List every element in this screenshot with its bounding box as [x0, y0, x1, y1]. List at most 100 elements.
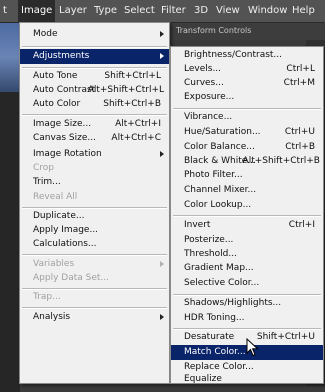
- menu-item-photo-filter[interactable]: Photo Filter...: [171, 168, 323, 183]
- menu-item-label: Hue/Saturation...: [184, 127, 261, 137]
- menu-item-label: Canvas Size...: [33, 133, 96, 143]
- menu-select[interactable]: Select: [121, 0, 158, 22]
- menu-shortcut: Alt+Ctrl+C: [111, 133, 161, 143]
- menu-item-label: Invert: [184, 220, 211, 230]
- menu-item-hue-saturation[interactable]: Hue/Saturation... Ctrl+U: [171, 125, 323, 140]
- menu-item-label: Replace Color...: [184, 362, 254, 372]
- submenu-arrow-icon: [160, 151, 164, 157]
- menu-window[interactable]: Window: [245, 0, 290, 22]
- menu-separator: [22, 114, 167, 116]
- menu-item-label: HDR Toning...: [184, 313, 245, 323]
- menu-item-label: Desaturate: [184, 332, 235, 342]
- menu-item-label: Apply Data Set...: [33, 273, 109, 283]
- menu-item-vibrance[interactable]: Vibrance...: [171, 110, 323, 125]
- menu-layer[interactable]: Layer: [56, 0, 90, 22]
- menu-item-label: Reveal All: [33, 192, 78, 202]
- menu-item-auto-contrast[interactable]: Auto Contrast Alt+Shift+Ctrl+L: [20, 83, 169, 98]
- menu-item-posterize[interactable]: Posterize...: [171, 233, 323, 248]
- menu-bar: t Image Layer Type Select Filter 3D View…: [0, 0, 325, 23]
- menu-item-trap: Trap...: [20, 290, 169, 305]
- menu-item-levels[interactable]: Levels... Ctrl+L: [171, 62, 323, 77]
- menu-filter[interactable]: Filter: [158, 0, 189, 22]
- menu-item-label: Mode: [33, 29, 58, 39]
- menu-item-label: Photo Filter...: [184, 170, 243, 180]
- menu-item-equalize[interactable]: Equalize: [171, 374, 323, 384]
- menu-shortcut: Ctrl+B: [285, 142, 315, 152]
- menu-item-label: Levels...: [184, 64, 222, 74]
- menu-item-label: Adjustments: [33, 51, 90, 61]
- menu-file-partial[interactable]: t: [0, 0, 10, 22]
- menu-item-curves[interactable]: Curves... Ctrl+M: [171, 76, 323, 91]
- mouse-pointer-icon: [246, 338, 259, 357]
- menu-shortcut: Shift+Ctrl+B: [103, 99, 161, 109]
- submenu-arrow-icon: [160, 314, 164, 320]
- menu-type[interactable]: Type: [91, 0, 120, 22]
- submenu-arrow-icon: [160, 31, 164, 37]
- menu-item-replace-color[interactable]: Replace Color...: [171, 360, 323, 375]
- menu-item-apply-data-set: Apply Data Set...: [20, 271, 169, 286]
- menu-item-apply-image[interactable]: Apply Image...: [20, 223, 169, 238]
- menu-item-label: Channel Mixer...: [184, 185, 257, 195]
- menu-item-label: Posterize...: [184, 235, 234, 245]
- menu-item-shadows-highlights[interactable]: Shadows/Highlights...: [171, 296, 323, 311]
- menu-item-color-lookup[interactable]: Color Lookup...: [171, 198, 323, 213]
- menu-item-label: Gradient Map...: [184, 263, 254, 273]
- menu-item-exposure[interactable]: Exposure...: [171, 90, 323, 105]
- menu-item-label: Color Lookup...: [184, 200, 252, 210]
- menu-item-trim[interactable]: Trim...: [20, 175, 169, 190]
- menu-item-brightness-contrast[interactable]: Brightness/Contrast...: [171, 48, 323, 63]
- adjustments-submenu: Brightness/Contrast... Levels... Ctrl+L C…: [170, 46, 324, 384]
- menu-item-color-balance[interactable]: Color Balance... Ctrl+B: [171, 140, 323, 155]
- menu-item-label: Color Balance...: [184, 142, 255, 152]
- menu-item-calculations[interactable]: Calculations...: [20, 237, 169, 252]
- menu-item-label: Curves...: [184, 78, 224, 88]
- menu-shortcut: Alt+Ctrl+I: [115, 119, 161, 129]
- image-menu: Mode Adjustments Auto Tone Shift+Ctrl+L A…: [19, 22, 170, 384]
- menu-item-invert[interactable]: Invert Ctrl+I: [171, 218, 323, 233]
- menu-item-gradient-map[interactable]: Gradient Map...: [171, 261, 323, 276]
- menu-item-label: Match Color...: [184, 347, 246, 357]
- menu-item-image-rotation[interactable]: Image Rotation: [20, 147, 169, 162]
- menu-item-mode[interactable]: Mode: [20, 27, 169, 42]
- menu-view[interactable]: View: [213, 0, 243, 22]
- menu-item-label: Vibrance...: [184, 112, 233, 122]
- submenu-arrow-icon: [160, 261, 164, 267]
- menu-item-label: Variables: [33, 259, 75, 269]
- menu-item-channel-mixer[interactable]: Channel Mixer...: [171, 183, 323, 198]
- menu-item-adjustments[interactable]: Adjustments: [20, 49, 169, 64]
- menu-item-threshold[interactable]: Threshold...: [171, 247, 323, 262]
- menu-item-hdr-toning[interactable]: HDR Toning...: [171, 311, 323, 326]
- menu-item-label: Auto Tone: [33, 71, 78, 81]
- menu-item-label: Shadows/Highlights...: [184, 298, 282, 308]
- menu-item-label: Crop: [33, 163, 55, 173]
- menu-separator: [22, 307, 167, 309]
- menu-item-black-white[interactable]: Black & White... Alt+Shift+Ctrl+B: [171, 154, 323, 169]
- menu-image[interactable]: Image: [18, 0, 56, 22]
- menu-item-label: Auto Contrast: [33, 85, 96, 95]
- menu-item-selective-color[interactable]: Selective Color...: [171, 276, 323, 291]
- menu-item-auto-tone[interactable]: Auto Tone Shift+Ctrl+L: [20, 69, 169, 84]
- menu-item-label: Trim...: [33, 177, 61, 187]
- canvas-image-strip: [0, 22, 20, 92]
- menu-item-label: Selective Color...: [184, 278, 260, 288]
- menu-item-image-size[interactable]: Image Size... Alt+Ctrl+I: [20, 117, 169, 132]
- menu-item-label: Equalize: [184, 374, 222, 384]
- menu-shortcut: Alt+Shift+Ctrl+L: [87, 85, 164, 95]
- menu-separator: [22, 254, 167, 256]
- menu-item-label: Threshold...: [184, 249, 237, 259]
- menu-item-label: Calculations...: [33, 239, 97, 249]
- menu-shortcut: Alt+Shift+Ctrl+B: [242, 156, 320, 166]
- menu-item-auto-color[interactable]: Auto Color Shift+Ctrl+B: [20, 97, 169, 112]
- menu-item-label: Auto Color: [33, 99, 81, 109]
- menu-item-canvas-size[interactable]: Canvas Size... Alt+Ctrl+C: [20, 131, 169, 146]
- menu-shortcut: Shift+Ctrl+L: [104, 71, 161, 81]
- options-bar-text: Transform Controls: [176, 26, 252, 35]
- menu-item-duplicate[interactable]: Duplicate...: [20, 209, 169, 224]
- menu-shortcut: Shift+Ctrl+U: [256, 332, 315, 342]
- menu-3d[interactable]: 3D: [191, 0, 211, 22]
- menu-item-analysis[interactable]: Analysis: [20, 310, 169, 325]
- menu-help[interactable]: Help: [289, 0, 318, 22]
- menu-item-label: Apply Image...: [33, 225, 99, 235]
- menu-separator: [22, 46, 167, 48]
- options-bar: Transform Controls: [170, 22, 325, 40]
